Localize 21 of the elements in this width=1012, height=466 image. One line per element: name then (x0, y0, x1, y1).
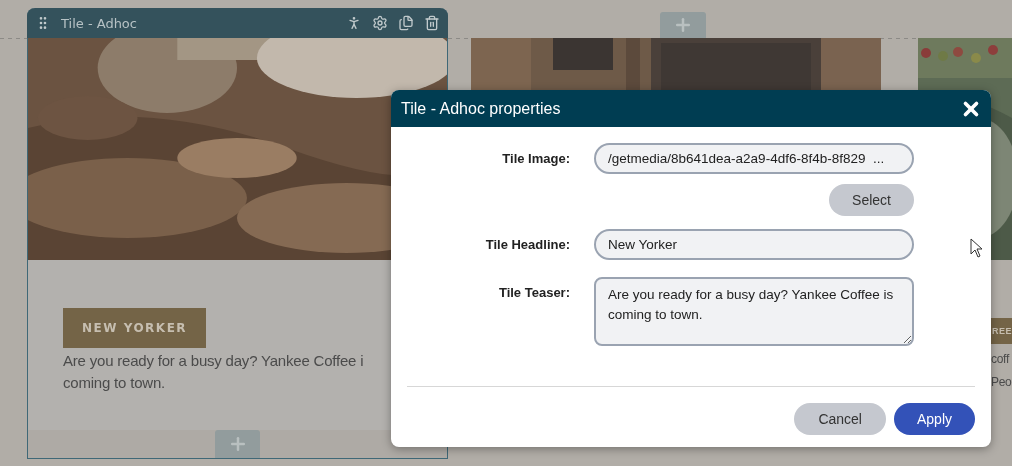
tile-teaser: Are you ready for a busy day? Yankee Coffee i coming to town. (63, 351, 365, 393)
cursor-icon (970, 238, 984, 258)
person-icon[interactable] (346, 15, 362, 31)
tile-teaser: coff Peo (991, 351, 1012, 391)
tile-headline: NEW YORKER (63, 308, 207, 348)
settings-icon[interactable] (372, 15, 388, 31)
apply-button[interactable]: Apply (893, 403, 975, 435)
dialog-title: Tile - Adhoc properties (401, 99, 561, 118)
field-label: Tile Headline: (484, 236, 570, 254)
field-label: Tile Image: (501, 150, 570, 168)
copy-icon[interactable] (398, 15, 414, 31)
plus-icon (673, 15, 693, 35)
tile-title: Tile - Adhoc (61, 15, 138, 31)
cancel-button[interactable]: Cancel (794, 403, 886, 435)
text-field[interactable]: New Yorker (594, 229, 914, 260)
text-field[interactable]: /getmedia/8b641dea-a2a9-4df6-8f4b-8f829 ... (594, 143, 914, 174)
field-label: Tile Teaser: (497, 284, 570, 302)
trash-icon[interactable] (424, 15, 440, 31)
tile-headline: REE (991, 318, 1012, 344)
select-button[interactable]: Select (829, 184, 914, 216)
text-area[interactable]: Are you ready for a busy day? Yankee Coffee is coming to town. (594, 277, 914, 346)
